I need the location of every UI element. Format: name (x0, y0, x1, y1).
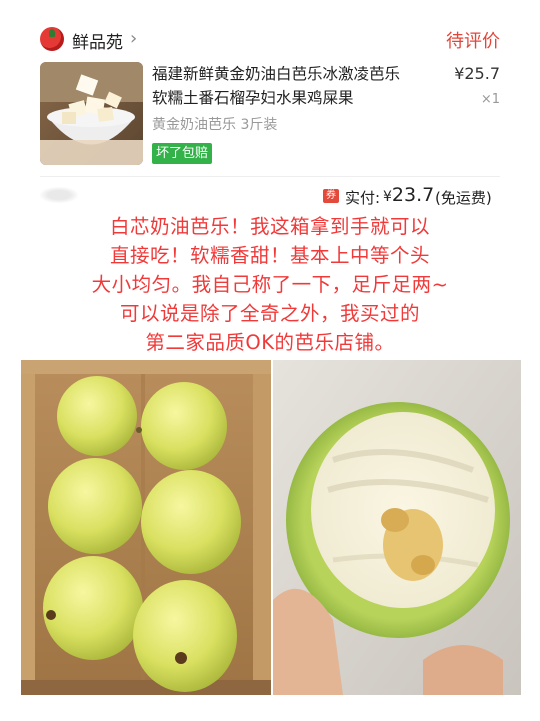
currency-symbol: ¥ (383, 189, 392, 205)
guava-box-photo[interactable] (21, 360, 271, 695)
order-status: 待评价 (446, 31, 500, 52)
divider (40, 176, 500, 177)
guarantee-tag: 坏了包赔 (152, 143, 213, 164)
paid-amount: ¥23.7 (383, 184, 434, 206)
paid-label: 实付: (345, 189, 381, 207)
coupon-icon: 券 (323, 189, 339, 203)
review-line: 大小均匀。我自己称了一下，足斤足两~ (91, 273, 449, 296)
bitten-guava-photo[interactable] (273, 360, 521, 695)
shop-name[interactable]: 鲜品苑 (72, 28, 123, 53)
review-text: 白芯奶油芭乐！我这箱拿到手就可以 直接吃！软糯香甜！基本上中等个头 大小均匀。我… (40, 212, 500, 357)
amount-value: 23.7 (391, 184, 435, 206)
product-title-line1: 福建新鲜黄金奶油白芭乐冰激凌芭乐 (152, 65, 401, 83)
payment-row: 券 实付: ¥23.7 (免运费) (0, 182, 540, 212)
review-line: 可以说是除了全奇之外，我买过的 (119, 302, 420, 325)
shop-avatar-icon[interactable] (40, 27, 64, 51)
review-line: 直接吃！软糯香甜！基本上中等个头 (109, 244, 430, 267)
product-quantity: ×1 (480, 92, 500, 107)
product-price: ¥25.7 (454, 64, 500, 83)
bitten-guava-image (273, 360, 521, 695)
guava-bowl-image (40, 62, 143, 165)
shipping-note: (免运费) (435, 189, 492, 207)
guava-box-image (21, 360, 271, 695)
review-line: 白芯奶油芭乐！我这箱拿到手就可以 (109, 215, 430, 238)
product-thumbnail[interactable] (40, 62, 143, 165)
product-title[interactable]: 福建新鲜黄金奶油白芭乐冰激凌芭乐 软糯土番石榴孕妇水果鸡屎果 (152, 62, 444, 110)
blurred-avatar (40, 187, 78, 203)
product-title-line2: 软糯土番石榴孕妇水果鸡屎果 (152, 89, 354, 107)
product-item[interactable]: 福建新鲜黄金奶油白芭乐冰激凌芭乐 软糯土番石榴孕妇水果鸡屎果 ¥25.7 ×1 … (0, 60, 540, 170)
chevron-right-icon[interactable]: › (130, 28, 137, 49)
product-spec: 黄金奶油芭乐 3斤装 (152, 117, 278, 133)
review-line: 第二家品质OK的芭乐店铺。 (145, 331, 395, 354)
